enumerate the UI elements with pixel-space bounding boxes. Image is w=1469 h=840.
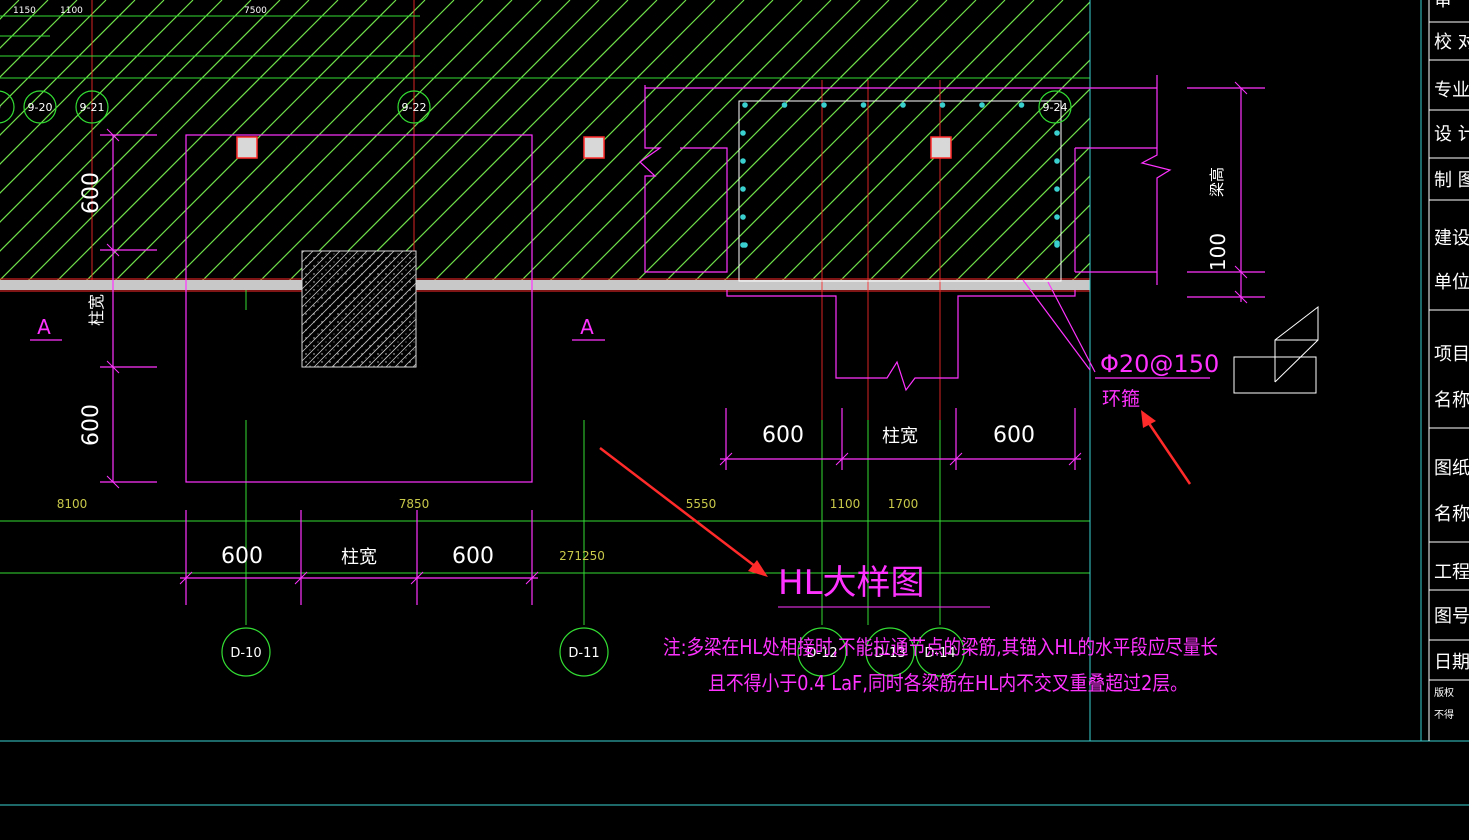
note-line-2: 且不得小于0.4 LaF,同时各梁筋在HL内不交叉重叠超过2层。 [708, 671, 1188, 695]
column-section [301, 250, 417, 368]
rebar-spec: Φ20@150 [1100, 350, 1219, 378]
right-dim-ticks [719, 81, 1248, 466]
title-block-label-7: 项目 [1434, 344, 1469, 365]
grid-dim-8100: 8100 [57, 497, 88, 511]
top-dim-2: 1100 [60, 6, 83, 16]
slab-hatch [0, 0, 1090, 280]
red-arrow-title [599, 447, 768, 577]
grid-dim-271250: 271250 [559, 549, 605, 563]
title-block-label-0: 审 [1434, 0, 1452, 11]
left-dim-bottom: 600 [79, 404, 104, 446]
title-block-label-13: 日期 [1434, 652, 1469, 673]
grid-lines-red [91, 0, 941, 420]
top-dim-1: 1150 [13, 6, 36, 16]
drawing-title: HL大样图 [778, 563, 925, 603]
title-block-label-5: 建设 [1434, 228, 1469, 249]
cad-drawing-canvas[interactable]: 1150 1100 7500 9 9-20 9-21 9-22 9-24 D-1… [0, 0, 1469, 840]
title-block-label-3: 设 计 [1434, 124, 1469, 145]
axis-bubbles-top [0, 90, 1072, 124]
red-arrow-rebar [1141, 410, 1192, 485]
title-block-label-14: 版权 [1434, 686, 1454, 699]
right-height-dim: 100 [1206, 233, 1230, 271]
title-block-label-1: 校 对 [1434, 32, 1469, 53]
grid-dim-7850: 7850 [399, 497, 430, 511]
top-dim-3: 7500 [244, 6, 267, 16]
left-row-dim-1: 600 [221, 544, 263, 569]
title-block-label-12: 图号 [1434, 606, 1469, 627]
right-detail [639, 75, 1265, 470]
title-block-label-4: 制 图 [1434, 170, 1469, 191]
grid-lines-horizontal [0, 15, 1090, 574]
title-block-label-10: 名称 [1434, 504, 1469, 525]
axis-label-edge: 9 [0, 101, 1, 114]
section-mark-right: A [580, 315, 594, 339]
right-row-dim-2: 柱宽 [882, 426, 918, 447]
axis-label-d-11: D-11 [568, 646, 599, 661]
title-block-label-8: 名称 [1434, 390, 1469, 411]
section-mark-left: A [37, 315, 51, 339]
title-block-label-6: 单位 [1434, 272, 1469, 293]
title-block-label-2: 专业负 [1434, 80, 1469, 101]
note-line-1: 注:多梁在HL处相接时,不能拉通节点的梁筋,其锚入HL的水平段应尽量长 [663, 635, 1218, 659]
grid-dim-1100: 1100 [830, 497, 861, 511]
rebar-name: 环箍 [1102, 388, 1140, 410]
right-row-dim-1: 600 [762, 423, 804, 448]
title-block-label-9: 图纸 [1434, 458, 1469, 479]
right-row-dim-3: 600 [993, 423, 1035, 448]
left-dim-top: 600 [79, 172, 104, 214]
title-block-label-15: 不得 [1434, 709, 1454, 721]
title-block [1428, 0, 1469, 741]
rebar-markers [236, 136, 952, 159]
right-height-label: 梁高 [1208, 167, 1226, 197]
grid-dim-5550: 5550 [686, 497, 717, 511]
title-block-label-11: 工程编 [1434, 562, 1469, 583]
title-block-labels: 审校 对专业负设 计制 图建设单位项目名称图纸名称工程编图号日期版权不得 [1434, 0, 1469, 721]
left-row-dim-2: 柱宽 [341, 547, 377, 568]
grid-dim-1700: 1700 [888, 497, 919, 511]
axis-label-9-21: 9-21 [80, 101, 105, 114]
left-row-dim-3: 600 [452, 544, 494, 569]
axis-label-9-22: 9-22 [402, 101, 427, 114]
axis-label-d-10: D-10 [230, 646, 261, 661]
left-dim-mid: 柱宽 [87, 294, 106, 326]
axis-label-9-20: 9-20 [28, 101, 53, 114]
iso-marker [1233, 305, 1319, 394]
axis-label-9-24: 9-24 [1043, 101, 1068, 114]
